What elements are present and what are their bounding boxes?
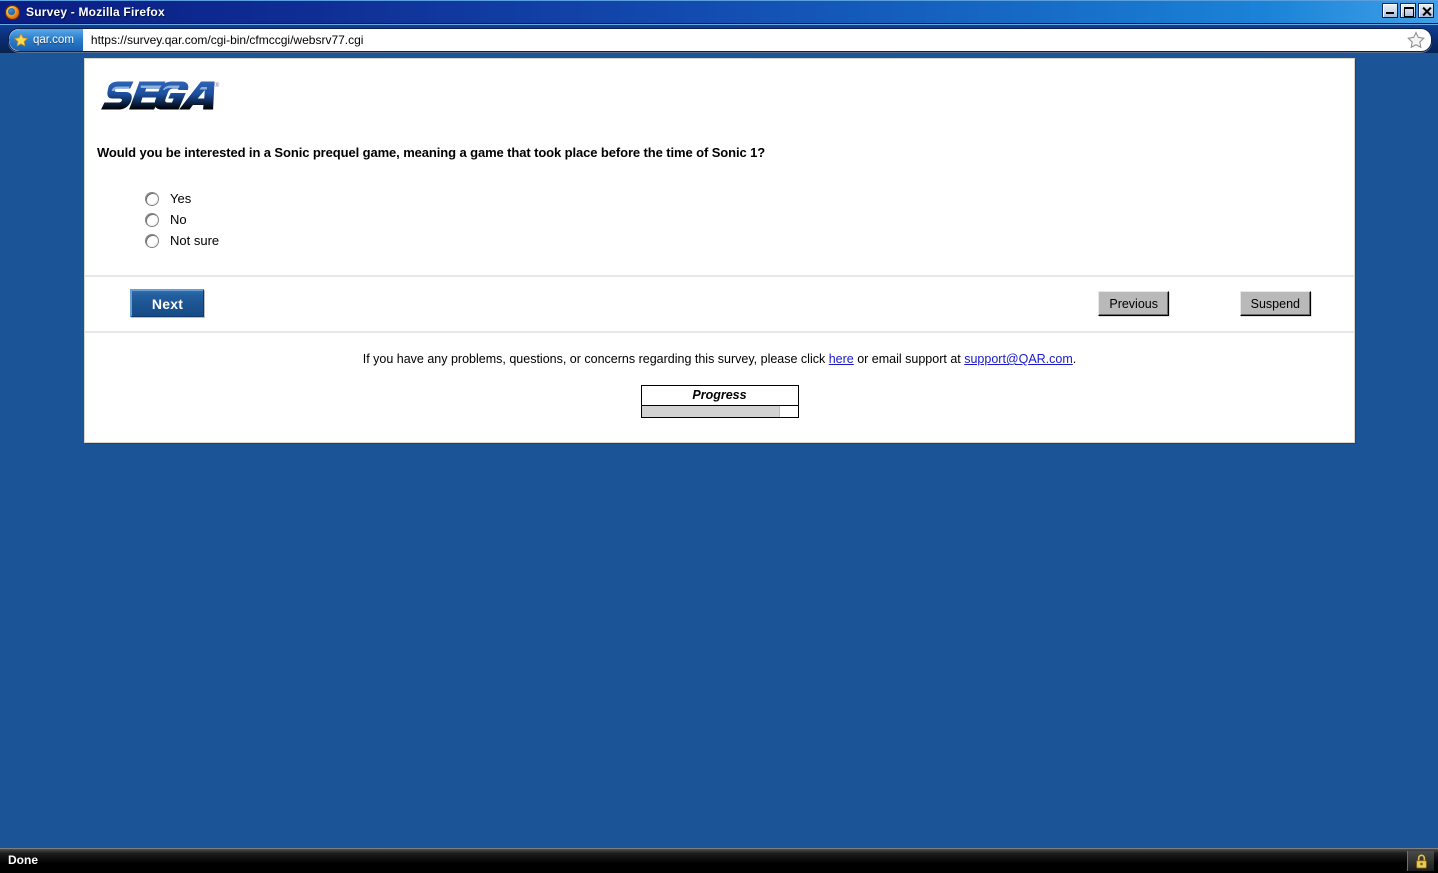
support-line: If you have any problems, questions, or … [85,351,1354,367]
window-title: Survey - Mozilla Firefox [26,5,165,19]
content-viewport: ® Would you be interested in a Sonic pre… [0,53,1438,848]
progress-track [641,406,798,417]
browser-window: Survey - Mozilla Firefox qar.com https:/… [0,0,1438,873]
close-button[interactable] [1418,3,1434,18]
support-text-before: If you have any problems, questions, or … [362,352,829,366]
title-bar-left: Survey - Mozilla Firefox [0,0,165,24]
support-email-link[interactable]: support@QAR.com [964,352,1073,366]
registered-mark: ® [215,81,220,89]
navigation-toolbar: qar.com [0,24,1438,54]
title-bar: Survey - Mozilla Firefox [0,0,1438,24]
support-text-after: . [1072,352,1077,366]
suspend-button[interactable]: Suspend [1239,291,1311,316]
radio-not-sure[interactable] [145,233,159,248]
window-controls [1382,3,1434,18]
options-group: Yes No Not sure [85,160,1354,275]
minimize-button[interactable] [1382,3,1398,18]
security-indicator[interactable] [1407,851,1434,871]
previous-button[interactable]: Previous [1098,291,1169,316]
progress-box: Progress [640,385,799,418]
option-label-no: No [170,211,187,227]
site-host-label: qar.com [33,34,74,46]
brand-logo: ® [85,71,1354,121]
question-block: ® Would you be interested in a Sonic pre… [85,59,1354,277]
survey-page: ® Would you be interested in a Sonic pre… [84,58,1355,443]
progress-label: Progress [641,386,798,406]
navigation-button-row: Next Previous Suspend [85,277,1354,333]
bookmark-star-icon[interactable] [1407,31,1425,49]
site-identity-box[interactable]: qar.com [9,29,83,51]
progress-fill [641,406,780,417]
padlock-icon [1415,854,1427,868]
option-row-yes[interactable]: Yes [145,188,1354,209]
sega-logo-icon: ® [101,81,220,110]
option-row-not-sure[interactable]: Not sure [145,230,1354,251]
option-label-not-sure: Not sure [170,232,220,248]
favicon-star-icon [13,33,29,47]
address-bar[interactable]: qar.com [8,28,1432,52]
maximize-button[interactable] [1400,3,1416,18]
option-label-yes: Yes [170,190,192,206]
survey-footer: If you have any problems, questions, or … [85,333,1354,442]
firefox-icon [5,4,20,20]
url-input[interactable] [82,30,1407,50]
support-text-middle: or email support at [853,352,965,366]
status-bar: Done [0,848,1438,873]
option-row-no[interactable]: No [145,209,1354,230]
status-message: Done [8,853,38,867]
radio-yes[interactable] [145,191,159,206]
next-button[interactable]: Next [130,289,204,317]
here-link[interactable]: here [829,352,854,366]
question-text: Would you be interested in a Sonic prequ… [97,145,766,160]
radio-no[interactable] [145,212,159,227]
